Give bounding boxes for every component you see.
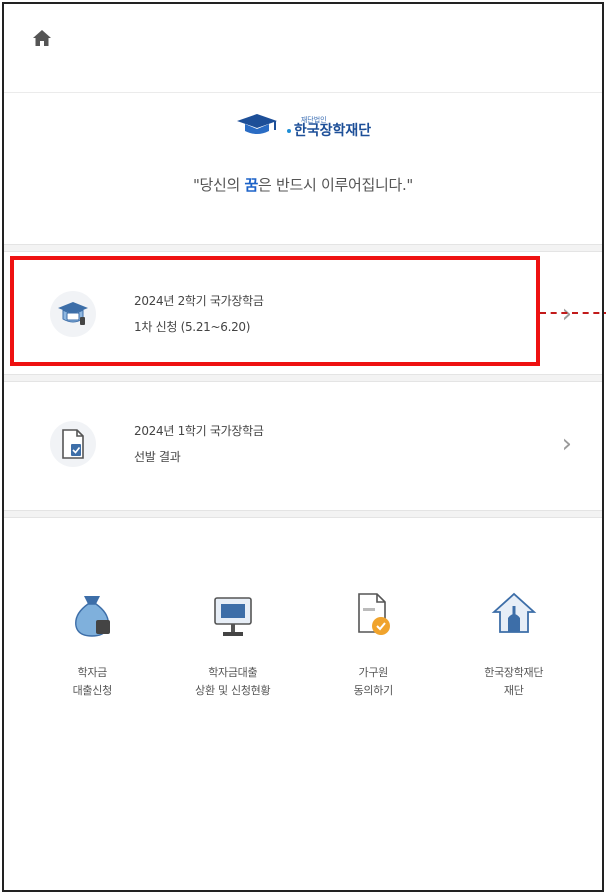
quick-link-kosaf-foundation[interactable]: 한국장학재단 재단 (454, 584, 574, 700)
money-bag-icon (62, 584, 122, 644)
chevron-right-icon: › (561, 299, 572, 329)
menu-item-subtitle: 1차 신청 (5.21~6.20) (134, 320, 251, 334)
quick-link-label: 학자금대출 상환 및 신청현황 (195, 666, 271, 697)
chevron-right-icon: › (561, 429, 572, 459)
quick-link-student-loan[interactable]: 학자금 대출신청 (32, 584, 152, 700)
section-divider (4, 244, 602, 252)
app-screen: 재단법인 한국장학재단 "당신의 꿈은 반드시 이루어집니다." 2024년 2… (2, 2, 604, 892)
home-button[interactable] (28, 26, 56, 54)
menu-item-title: 2024년 2학기 국가장학금 (134, 294, 264, 308)
house-hand-icon (484, 584, 544, 644)
logo-title: 한국장학재단 (293, 122, 372, 139)
quick-link-label: 가구원 동의하기 (353, 666, 394, 697)
menu-item-scholarship-apply[interactable]: 2024년 2학기 국가장학금 1차 신청 (5.21~6.20) › (4, 256, 602, 372)
quick-link-label: 한국장학재단 재단 (484, 666, 544, 697)
quick-link-household-consent[interactable]: 가구원 동의하기 (313, 584, 433, 700)
menu-item-title: 2024년 1학기 국가장학금 (134, 424, 264, 438)
section-divider (4, 510, 602, 518)
menu-item-selection-result[interactable]: 2024년 1학기 국가장학금 선발 결과 › (4, 386, 602, 502)
logo-dot (286, 128, 291, 133)
brand-logo[interactable]: 재단법인 한국장학재단 (4, 112, 602, 142)
slogan: "당신의 꿈은 반드시 이루어집니다." (4, 174, 602, 195)
slogan-part-2: 은 반드시 이루어집니다." (258, 176, 414, 194)
quick-link-loan-repayment[interactable]: 학자금대출 상환 및 신청현황 (173, 584, 293, 700)
quick-link-label: 학자금 대출신청 (72, 666, 113, 697)
graduation-cap-icon (50, 291, 96, 337)
graduation-cap-logo-icon (235, 112, 279, 142)
menu-item-subtitle: 선발 결과 (134, 450, 181, 464)
header-divider (4, 92, 602, 93)
document-result-icon (50, 421, 96, 467)
home-icon (32, 29, 52, 51)
slogan-part-1: "당신의 (192, 176, 245, 194)
quick-links: 학자금 대출신청 학자금대출 상환 및 신청현황 가구원 동의하기 한국장학재단… (4, 584, 602, 700)
presentation-board-icon (203, 584, 263, 644)
household-consent-icon (343, 584, 403, 644)
section-divider (4, 374, 602, 382)
slogan-highlight: 꿈 (244, 176, 259, 194)
annotation-dashed-line (540, 312, 606, 314)
